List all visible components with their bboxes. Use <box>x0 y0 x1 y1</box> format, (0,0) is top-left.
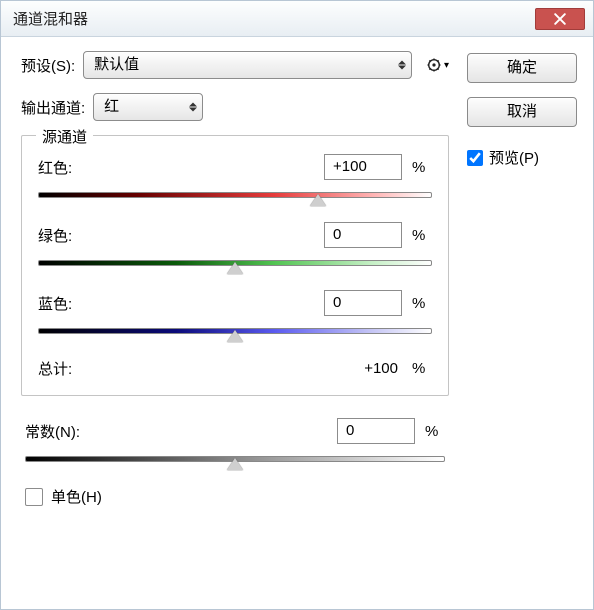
constant-slider[interactable] <box>25 450 445 470</box>
total-label: 总计: <box>38 358 354 379</box>
red-label: 红色: <box>38 157 314 178</box>
red-value-input[interactable]: +100 <box>324 154 402 180</box>
source-channels-group: 源通道 红色: +100 % 绿色: 0 % <box>21 135 449 396</box>
monochrome-label: 单色(H) <box>51 486 102 507</box>
close-button[interactable] <box>535 8 585 30</box>
green-label: 绿色: <box>38 225 314 246</box>
output-channel-select[interactable]: 红 <box>93 93 203 121</box>
total-value: +100 <box>364 360 398 377</box>
red-unit: % <box>412 159 432 176</box>
monochrome-checkbox[interactable] <box>25 488 43 506</box>
blue-unit: % <box>412 295 432 312</box>
slider-thumb[interactable] <box>227 262 243 274</box>
titlebar: 通道混和器 <box>1 1 593 37</box>
blue-label: 蓝色: <box>38 293 314 314</box>
constant-value-input[interactable]: 0 <box>337 418 415 444</box>
blue-slider[interactable] <box>38 322 432 342</box>
source-group-label: 源通道 <box>36 126 93 147</box>
gear-icon <box>426 57 442 73</box>
preset-select[interactable]: 默认值 <box>83 51 412 79</box>
blue-value-input[interactable]: 0 <box>324 290 402 316</box>
output-channel-label: 输出通道: <box>21 97 85 118</box>
preview-toggle[interactable]: 预览(P) <box>467 147 577 168</box>
preset-settings-button[interactable]: ▾ <box>426 57 449 73</box>
slider-thumb[interactable] <box>227 330 243 342</box>
green-unit: % <box>412 227 432 244</box>
cancel-button[interactable]: 取消 <box>467 97 577 127</box>
constant-label: 常数(N): <box>25 421 327 442</box>
preview-label: 预览(P) <box>489 147 539 168</box>
green-slider[interactable] <box>38 254 432 274</box>
preset-label: 预设(S): <box>21 55 75 76</box>
red-slider[interactable] <box>38 186 432 206</box>
ok-button[interactable]: 确定 <box>467 53 577 83</box>
slider-thumb[interactable] <box>310 194 326 206</box>
preview-checkbox[interactable] <box>467 150 483 166</box>
constant-unit: % <box>425 423 445 440</box>
channel-mixer-dialog: 通道混和器 预设(S): 默认值 <box>0 0 594 610</box>
slider-thumb[interactable] <box>227 458 243 470</box>
dialog-title: 通道混和器 <box>13 8 88 29</box>
green-value-input[interactable]: 0 <box>324 222 402 248</box>
close-icon <box>554 13 566 25</box>
total-unit: % <box>412 360 432 377</box>
